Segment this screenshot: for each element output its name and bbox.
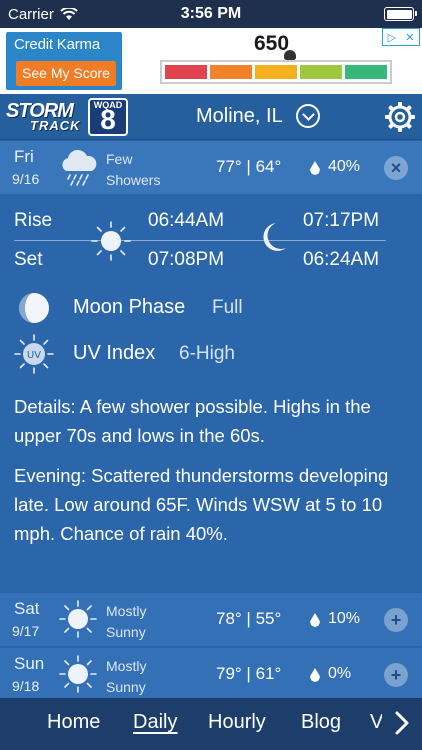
chevron-down-icon[interactable] [296, 104, 320, 128]
rain-cloud-icon [62, 149, 97, 186]
set-label: Set [14, 249, 43, 270]
temps-text: 78° | 55° [216, 609, 282, 628]
logo-track-text: TRACK [30, 118, 81, 133]
day-row-selected[interactable]: Fri 9/16 Few Showers 77° | 64° 40% × [0, 141, 422, 195]
nav-hourly[interactable]: Hourly [208, 711, 266, 734]
uv-index-row: UV UV Index 6-High [14, 334, 414, 374]
day-name: Sun [14, 654, 45, 673]
nav-daily[interactable]: Daily [133, 711, 177, 734]
bottom-nav: Home Daily Hourly Blog V [0, 698, 422, 750]
raindrop-icon [310, 613, 320, 627]
status-bar: Carrier 3:56 PM [0, 0, 422, 28]
gear-icon[interactable] [384, 101, 416, 133]
rise-set-divider [14, 240, 386, 241]
ad-score-scale [160, 60, 392, 84]
location-label[interactable]: Moline, IL [196, 105, 283, 128]
sunset-time: 07:08PM [148, 249, 225, 270]
moon-icon [263, 223, 286, 251]
day-row[interactable]: Sun 9/18 Mostly Sunny 79° | 61° 0% + [0, 648, 422, 698]
raindrop-icon [310, 668, 320, 682]
moon-phase-icon [19, 293, 49, 323]
sunrise-time: 06:44AM [148, 210, 225, 231]
ad-choices-icon[interactable]: ▷ ✕ [382, 28, 420, 46]
moon-phase-label: Moon Phase [73, 296, 186, 318]
moon-phase-value: Full [212, 297, 243, 318]
uv-index-value: 6-High [179, 343, 235, 364]
collapse-button[interactable]: × [384, 156, 408, 180]
sun-icon [59, 600, 97, 638]
ad-brand-logo: Credit Karma [14, 36, 100, 53]
expand-button[interactable]: + [384, 663, 408, 687]
chevron-right-icon[interactable] [392, 710, 412, 736]
battery-icon [384, 7, 417, 21]
nav-video[interactable]: V [370, 711, 382, 734]
status-time: 3:56 PM [180, 5, 242, 22]
nav-home[interactable]: Home [47, 711, 100, 734]
details-text: Details: A few shower possible. Highs in… [14, 396, 371, 446]
ad-banner[interactable]: Credit Karma See My Score 650 ▷ ✕ [0, 28, 422, 94]
ad-score: 650 [254, 32, 290, 55]
ad-scale-segment [255, 65, 297, 79]
app-header: STORM TRACK WQAD 8 Moline, IL [0, 94, 422, 140]
moon-phase-row: Moon Phase Full [14, 288, 414, 328]
nav-blog[interactable]: Blog [301, 711, 341, 734]
day-row[interactable]: Sat 9/17 Mostly Sunny 78° | 55° 10% + [0, 593, 422, 647]
carrier-label: Carrier [8, 5, 54, 23]
ad-scale-segment [165, 65, 207, 79]
moonset-time: 06:24AM [303, 249, 380, 270]
evening-text: Evening: Scattered thunderstorms develop… [14, 465, 389, 544]
moonrise-time: 07:17PM [303, 210, 380, 231]
ad-brand-panel[interactable]: Credit Karma See My Score [6, 32, 122, 90]
uv-index-label: UV Index [73, 342, 156, 364]
logo-badge: WQAD 8 [88, 98, 128, 136]
precip-text: 0% [328, 665, 352, 682]
day-date: 9/18 [12, 678, 40, 694]
temps-text: 79° | 61° [216, 664, 282, 683]
wifi-icon [60, 7, 78, 20]
day-date: 9/17 [12, 623, 40, 639]
ad-scale-segment [210, 65, 252, 79]
status-left: Carrier [8, 6, 148, 23]
temps-text: 77° | 64° [216, 157, 282, 176]
precip-text: 10% [328, 610, 361, 627]
sun-icon [59, 655, 97, 693]
ad-cta-button[interactable]: See My Score [16, 61, 116, 86]
day-name: Sat [14, 599, 40, 618]
uv-icon-text: UV [27, 350, 41, 361]
status-right [274, 7, 417, 21]
ad-scale-segment [300, 65, 342, 79]
station-logo: STORM TRACK WQAD 8 [6, 98, 130, 136]
ad-scale-segment [345, 65, 387, 79]
day-date: 9/16 [12, 171, 40, 187]
precip-text: 40% [328, 158, 361, 175]
day-name: Fri [14, 147, 34, 166]
condition-text: Few Showers [106, 151, 161, 188]
rise-label: Rise [14, 210, 53, 231]
uv-icon: UV [14, 334, 54, 374]
logo-number: 8 [100, 104, 116, 135]
condition-text: Mostly Sunny [106, 603, 147, 640]
raindrop-icon [310, 161, 320, 175]
sun-icon [91, 221, 131, 261]
details-panel: Rise Set 06:44AM 07:08PM 07:17PM 06:24AM… [0, 196, 422, 592]
condition-text: Mostly Sunny [106, 658, 147, 695]
expand-button[interactable]: + [384, 608, 408, 632]
